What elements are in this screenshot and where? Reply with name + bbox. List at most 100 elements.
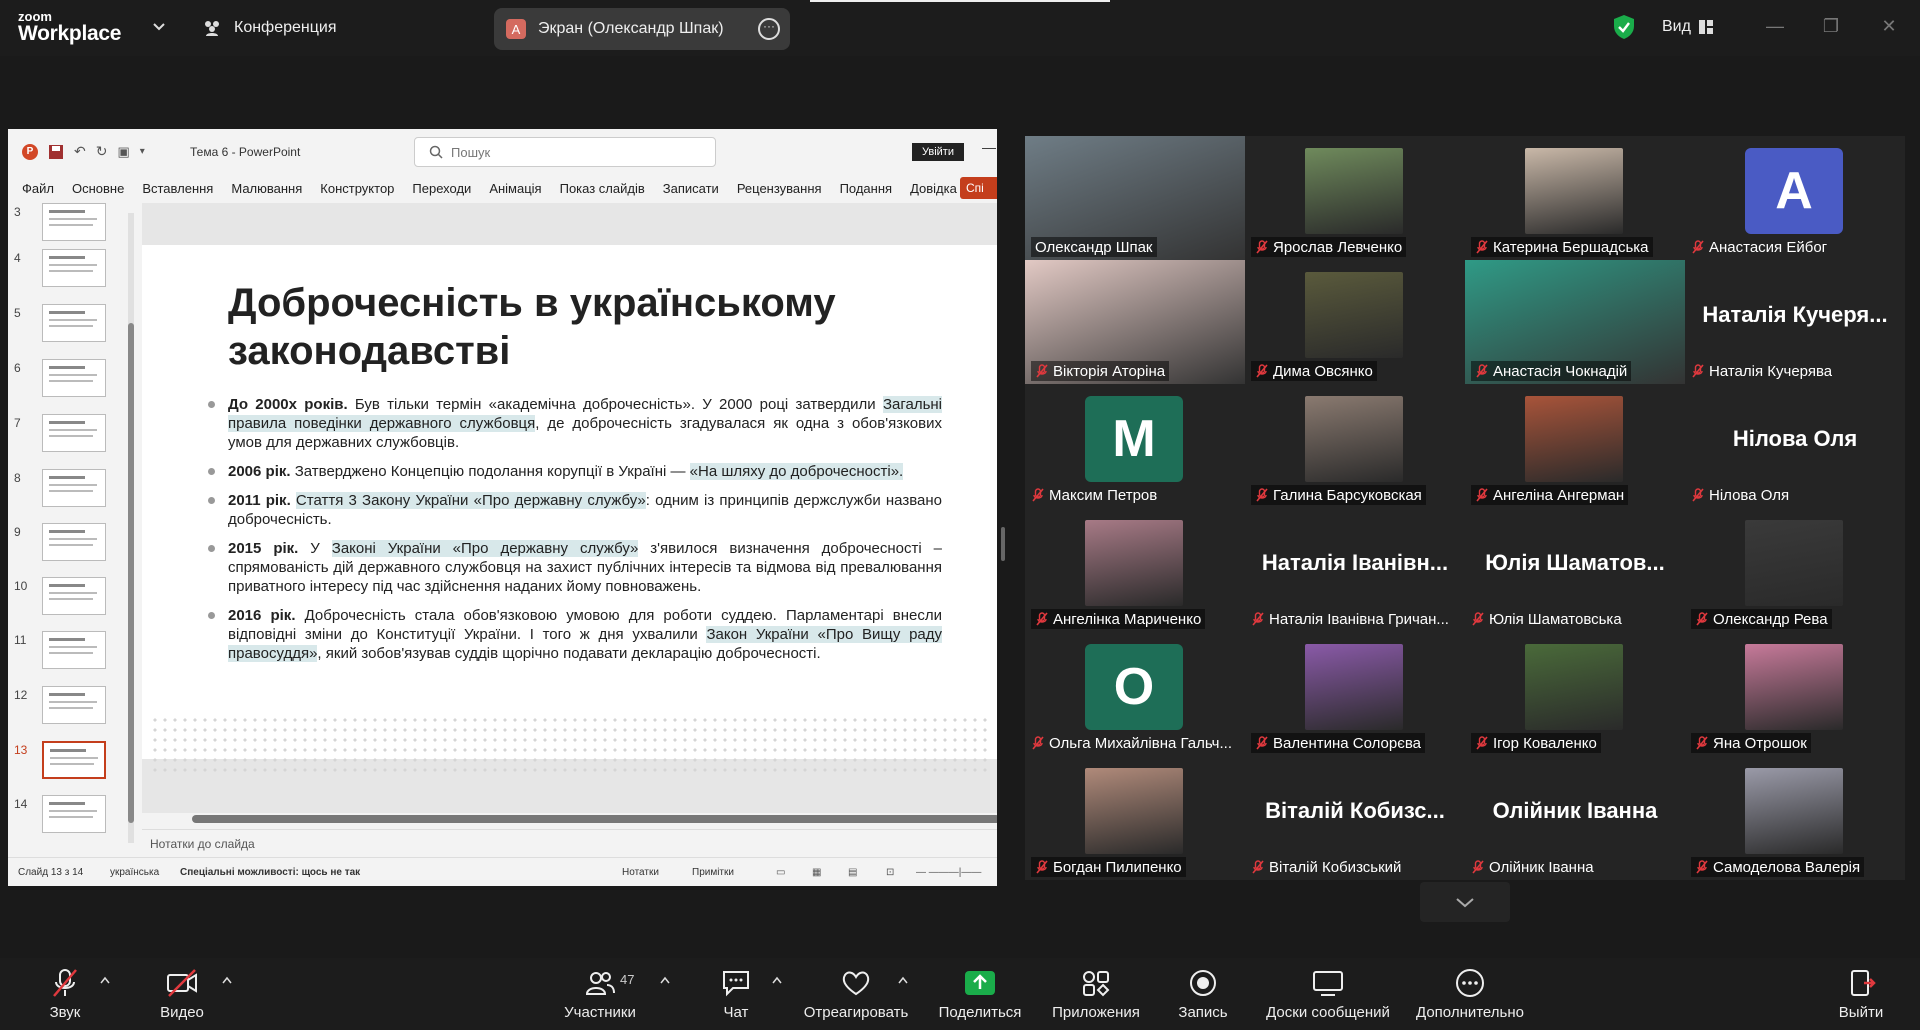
participant-tile[interactable]: Віталій Кобизс... Віталій Кобизський <box>1245 756 1465 880</box>
view-button[interactable]: Вид <box>1662 18 1713 36</box>
tab-design[interactable]: Конструктор <box>320 181 394 196</box>
tab-view[interactable]: Подання <box>840 181 893 196</box>
share-button[interactable]: Поделиться <box>930 958 1030 1030</box>
thumbnail-9[interactable]: 9 <box>8 523 128 569</box>
tab-home[interactable]: Основне <box>72 181 124 196</box>
thumbnail-12[interactable]: 12 <box>8 686 128 732</box>
minimize-icon[interactable]: — <box>1764 16 1786 38</box>
tab-help[interactable]: Довідка <box>910 181 957 196</box>
close-icon[interactable]: ✕ <box>1878 16 1900 38</box>
chat-button[interactable]: Чат <box>706 958 766 1030</box>
present-icon[interactable]: ▣ <box>117 144 129 160</box>
h-scroll-knob[interactable] <box>192 815 997 823</box>
leave-button[interactable]: Выйти <box>1826 958 1896 1030</box>
shield-icon[interactable] <box>1612 14 1636 40</box>
record-button[interactable]: Запись <box>1168 958 1238 1030</box>
react-button[interactable]: Отреагировать <box>800 958 912 1030</box>
gallery-next-page[interactable] <box>1420 882 1510 922</box>
video-caret-icon[interactable] <box>222 976 232 984</box>
slide-h-scrollbar[interactable] <box>150 814 997 824</box>
thumbnail-6[interactable]: 6 <box>8 359 128 405</box>
thumbnail-3[interactable]: 3 <box>8 203 128 249</box>
tab-slideshow[interactable]: Показ слайдів <box>560 181 645 196</box>
meeting-menu[interactable]: Конференция <box>202 18 337 38</box>
participant-tile[interactable]: Ангеліна Ангерман <box>1465 384 1685 508</box>
thumbnail-7[interactable]: 7 <box>8 414 128 460</box>
participant-tile[interactable]: Самоделова Валерія <box>1685 756 1905 880</box>
tab-draw[interactable]: Малювання <box>231 181 302 196</box>
zoom-slider[interactable]: — ———|—— <box>916 867 981 878</box>
normal-view-icon[interactable]: ▭ <box>776 867 785 878</box>
more-icon[interactable]: ··· <box>758 18 780 40</box>
reading-view-icon[interactable]: ▤ <box>848 867 857 878</box>
tab-review[interactable]: Рецензування <box>737 181 822 196</box>
participant-tile[interactable]: Галина Барсуковская <box>1245 384 1465 508</box>
participant-tile[interactable]: Дима Овсянко <box>1245 260 1465 384</box>
participant-tile[interactable]: Юлія Шаматов... Юлія Шаматовська <box>1465 508 1685 632</box>
customize-icon[interactable]: ▾ <box>140 146 145 157</box>
screen-share-pill[interactable]: A Экран (Олександр Шпак) ··· <box>494 8 790 50</box>
participants-button[interactable]: Участники <box>556 958 644 1030</box>
ppt-share-button[interactable]: Спі <box>960 177 997 199</box>
tab-record[interactable]: Записати <box>663 181 719 196</box>
participants-caret-icon[interactable] <box>660 976 670 984</box>
apps-button[interactable]: Приложения <box>1046 958 1146 1030</box>
comments-toggle[interactable]: Примітки <box>692 867 734 878</box>
thumbnail-4[interactable]: 4 <box>8 249 128 295</box>
participant-tile[interactable]: Ангелінка Мариченко <box>1025 508 1245 632</box>
signin-button[interactable]: Увійти <box>912 143 964 161</box>
participant-tile[interactable]: Олійник Іванна Олійник Іванна <box>1465 756 1685 880</box>
chat-caret-icon[interactable] <box>772 976 782 984</box>
participant-tile[interactable]: Наталія Кучеря... Наталія Кучерява <box>1685 260 1905 384</box>
more-button[interactable]: Дополнительно <box>1410 958 1530 1030</box>
participant-tile[interactable]: Богдан Пилипенко <box>1025 756 1245 880</box>
language-status[interactable]: українська <box>110 867 159 878</box>
tab-file[interactable]: Файл <box>22 181 54 196</box>
participant-tile[interactable]: Валентина Солорєва <box>1245 632 1465 756</box>
participant-tile[interactable]: A Анастасия Ейбог <box>1685 136 1905 260</box>
thumbnail-11[interactable]: 11 <box>8 631 128 677</box>
ppt-minimize-icon[interactable]: — <box>982 139 996 155</box>
participant-tile[interactable]: Катерина Бершадська <box>1465 136 1685 260</box>
participant-tile[interactable]: Ярослав Левченко <box>1245 136 1465 260</box>
participant-tile[interactable]: Анастасія Чокнадій <box>1465 260 1685 384</box>
redo-icon[interactable]: ↻ <box>96 143 108 160</box>
split-handle[interactable] <box>1001 527 1005 561</box>
chevron-down-icon[interactable] <box>152 20 166 34</box>
slideshow-view-icon[interactable]: ⊡ <box>886 867 894 878</box>
thumbnail-scroll-knob[interactable] <box>128 323 134 823</box>
video-button[interactable]: Видео <box>150 958 214 1030</box>
thumbnail-5[interactable]: 5 <box>8 304 128 350</box>
participant-tile[interactable]: Ігор Коваленко <box>1465 632 1685 756</box>
participant-tile[interactable]: Олександр Рева <box>1685 508 1905 632</box>
participant-tile[interactable]: Яна Отрошок <box>1685 632 1905 756</box>
whiteboards-button[interactable]: Доски сообщений <box>1258 958 1398 1030</box>
audio-button[interactable]: Звук <box>30 958 100 1030</box>
notes-field[interactable]: Нотатки до слайда <box>142 829 997 857</box>
participant-tile[interactable]: О Ольга Михайлівна Гальч... <box>1025 632 1245 756</box>
audio-caret-icon[interactable] <box>100 976 110 984</box>
accessibility-status[interactable]: Спеціальні можливості: щось не так <box>180 867 360 878</box>
thumbnail-10[interactable]: 10 <box>8 577 128 623</box>
slide[interactable]: Доброчесність в українському законодавст… <box>142 245 997 775</box>
participant-tile[interactable]: Наталія Іванівн... Наталія Іванівна Грича… <box>1245 508 1465 632</box>
sorter-view-icon[interactable]: ▦ <box>812 867 821 878</box>
participant-tile[interactable]: Нілова Оля Нілова Оля <box>1685 384 1905 508</box>
participant-tile[interactable]: Олександр Шпак <box>1025 136 1245 260</box>
tab-animations[interactable]: Анімація <box>489 181 541 196</box>
react-caret-icon[interactable] <box>898 976 908 984</box>
tab-insert[interactable]: Вставлення <box>142 181 213 196</box>
participant-tile[interactable]: Вікторія Аторіна <box>1025 260 1245 384</box>
thumbnail-scrollbar[interactable] <box>128 213 134 843</box>
save-icon[interactable] <box>48 144 64 160</box>
undo-icon[interactable]: ↶ <box>74 143 86 160</box>
ppt-search-input[interactable]: Пошук <box>414 137 716 167</box>
maximize-icon[interactable]: ❐ <box>1820 16 1842 38</box>
tab-transitions[interactable]: Переходи <box>412 181 471 196</box>
notes-toggle[interactable]: Нотатки <box>622 867 659 878</box>
thumbnail-14[interactable]: 14 <box>8 795 128 841</box>
participant-tile[interactable]: M Максим Петров <box>1025 384 1245 508</box>
thumbnail-13[interactable]: 13 <box>8 741 128 787</box>
thumbnail-8[interactable]: 8 <box>8 469 128 515</box>
mic-off-icon <box>1475 240 1489 254</box>
